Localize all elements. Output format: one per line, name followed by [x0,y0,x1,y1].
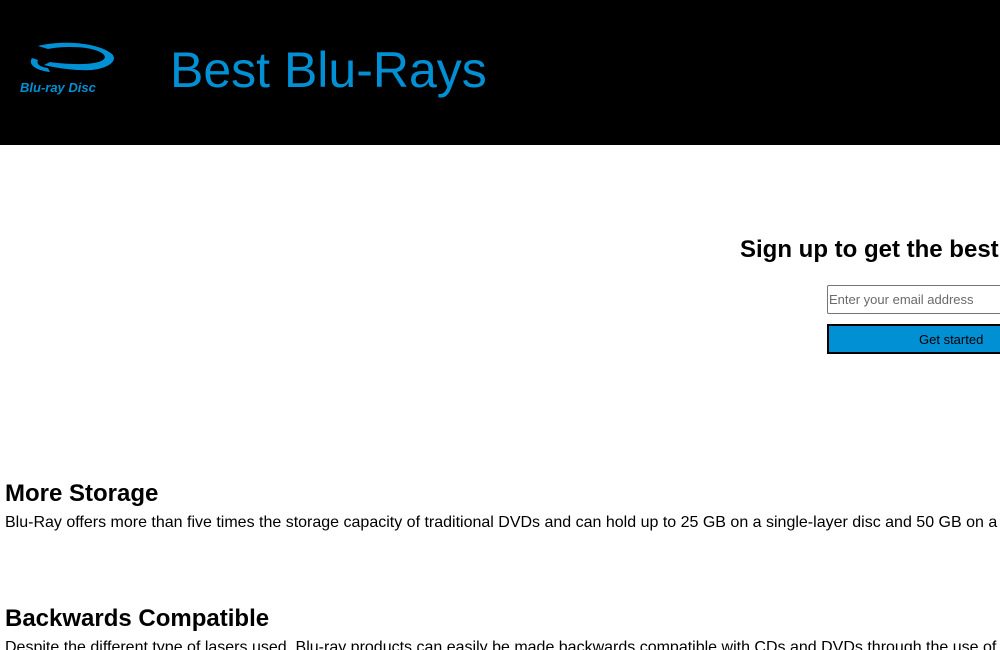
site-header: Blu-ray Disc Best Blu-Rays [0,0,1000,145]
signup-heading: Sign up to get the best [740,236,999,263]
get-started-button[interactable]: Get started [827,324,1000,354]
feature-title: More Storage [5,480,159,507]
blu-ray-disc-logo-icon: Blu-ray Disc [20,40,120,100]
feature-body: Blu-Ray offers more than five times the … [5,514,998,531]
get-started-button-label: Get started [919,332,984,347]
feature-title: Backwards Compatible [5,605,270,632]
feature-body: Despite the different type of lasers use… [5,639,997,650]
feature-more-storage: More Storage Blu-Ray offers more than fi… [5,479,1000,533]
site-title: Best Blu-Rays [170,42,487,98]
svg-text:Blu-ray Disc: Blu-ray Disc [20,80,97,95]
feature-backwards-compatible: Backwards Compatible Despite the differe… [5,604,1000,650]
email-field[interactable] [827,285,1000,314]
page: Blu-ray Disc Best Blu-Rays Sign up to ge… [0,0,1000,650]
